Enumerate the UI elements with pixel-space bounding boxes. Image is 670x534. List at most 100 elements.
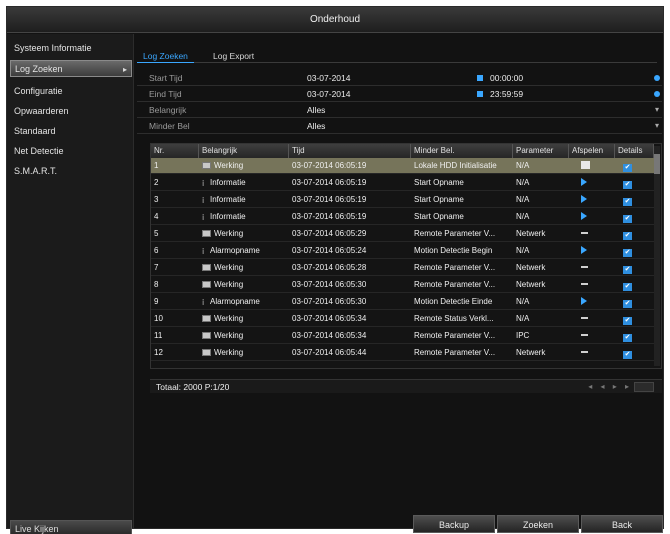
search-button[interactable]: Zoeken (497, 515, 579, 533)
cell-nr: 5 (154, 229, 159, 238)
cell-details[interactable]: ✔ (615, 328, 654, 344)
play-icon[interactable] (581, 297, 587, 305)
table-row[interactable]: 11 Werking 03-07-2014 06:05:34 Remote Param… (151, 328, 654, 344)
cell-nr: 2 (154, 178, 159, 187)
play-icon[interactable] (581, 178, 587, 186)
sidebar-item-log-search[interactable]: Log Zoeken ▸ (10, 60, 132, 77)
column-header-priority[interactable]: Belangrijk (199, 144, 289, 158)
column-header-time[interactable]: Tijd (289, 144, 411, 158)
column-header-parameter[interactable]: Parameter (513, 144, 569, 158)
end-date-field[interactable]: 03-07-2014 (307, 86, 350, 102)
check-icon[interactable]: ✔ (623, 232, 632, 240)
cell-playback[interactable] (569, 277, 615, 293)
check-icon[interactable]: ✔ (623, 334, 632, 342)
cell-details[interactable]: ✔ (615, 345, 654, 361)
table-row[interactable]: 2 ⅰ Informatie 03-07-2014 06:05:19 Start Opn… (151, 175, 654, 191)
check-icon[interactable]: ✔ (623, 198, 632, 206)
backup-button[interactable]: Backup (413, 515, 495, 533)
check-icon[interactable]: ✔ (623, 351, 632, 359)
cell-details[interactable]: ✔ (615, 209, 654, 225)
priority-row[interactable]: Belangrijk Alles ▾ (137, 102, 662, 118)
table-scrollbar[interactable] (654, 146, 660, 366)
sidebar-item-system-info[interactable]: Systeem Informatie (10, 40, 132, 57)
check-icon[interactable]: ✔ (623, 266, 632, 274)
calendar-icon[interactable] (654, 75, 660, 81)
end-time-field[interactable]: 23:59:59 (490, 86, 523, 102)
scrollbar-thumb[interactable] (654, 154, 660, 174)
priority-select[interactable]: Alles (307, 102, 325, 118)
table-row[interactable]: 8 Werking 03-07-2014 06:05:30 Remote Parame… (151, 277, 654, 293)
sidebar-item-net-detection[interactable]: Net Detectie (10, 143, 132, 160)
column-header-details[interactable]: Details (615, 144, 654, 158)
cell-details[interactable]: ✔ (615, 277, 654, 293)
cell-playback[interactable] (569, 294, 615, 310)
check-icon[interactable]: ✔ (623, 181, 632, 189)
table-row[interactable]: 10 Werking 03-07-2014 06:05:34 Remote Statu… (151, 311, 654, 327)
check-icon[interactable]: ✔ (623, 300, 632, 308)
play-icon[interactable] (581, 246, 587, 254)
live-view-button[interactable]: Live Kijken (10, 520, 132, 534)
cell-playback[interactable] (569, 328, 615, 344)
cell-details[interactable]: ✔ (615, 192, 654, 208)
minor-row[interactable]: Minder Bel Alles ▾ (137, 118, 662, 134)
cell-details[interactable]: ✔ (615, 226, 654, 242)
table-row[interactable]: 7 Werking 03-07-2014 06:05:28 Remote Parame… (151, 260, 654, 276)
cell-minor: Lokale HDD Initialisatie (414, 161, 497, 170)
priority-text: Werking (214, 280, 244, 289)
cell-details[interactable]: ✔ (615, 294, 654, 310)
table-row[interactable]: 4 ⅰ Informatie 03-07-2014 06:05:19 Start Opn… (151, 209, 654, 225)
start-time-field[interactable]: 00:00:00 (490, 70, 523, 86)
pager-controls[interactable]: ◂ ◂ ▸ ▸ (588, 380, 632, 394)
table-row[interactable]: 12 Werking 03-07-2014 06:05:44 Remote Param… (151, 345, 654, 361)
cell-playback[interactable] (569, 192, 615, 208)
cell-playback[interactable] (569, 175, 615, 191)
cell-playback[interactable] (569, 345, 615, 361)
tab-log-export[interactable]: Log Export (207, 49, 260, 63)
table-row[interactable]: 3 ⅰ Informatie 03-07-2014 06:05:19 Start Opn… (151, 192, 654, 208)
stop-icon[interactable] (581, 161, 590, 169)
start-date-field[interactable]: 03-07-2014 (307, 70, 350, 86)
sidebar: Systeem Informatie Log Zoeken ▸ Configura… (7, 34, 134, 534)
cell-priority: Werking (199, 328, 289, 344)
tab-log-search[interactable]: Log Zoeken (137, 49, 194, 63)
sidebar-item-default[interactable]: Standaard (10, 123, 132, 140)
cell-playback[interactable] (569, 209, 615, 225)
column-header-nr[interactable]: Nr. (151, 144, 199, 158)
page-input[interactable] (634, 382, 654, 392)
calendar-icon[interactable] (654, 91, 660, 97)
back-button[interactable]: Back (581, 515, 663, 533)
cell-details[interactable]: ✔ (615, 260, 654, 276)
cell-playback[interactable] (569, 226, 615, 242)
column-header-minor[interactable]: Minder Bel. (411, 144, 513, 158)
table-row[interactable]: 6 ⅰ Alarmopname 03-07-2014 06:05:24 Motion D… (151, 243, 654, 259)
minor-select[interactable]: Alles (307, 118, 325, 134)
cell-playback[interactable] (569, 158, 615, 174)
table-row[interactable]: 1 Werking 03-07-2014 06:05:19 Lokale HDD In… (151, 158, 654, 174)
sidebar-item-upgrade[interactable]: Opwaarderen (10, 103, 132, 120)
cell-details[interactable]: ✔ (615, 158, 654, 174)
chevron-down-icon[interactable]: ▾ (655, 118, 659, 134)
info-icon: ⅰ (202, 298, 205, 307)
cell-playback[interactable] (569, 260, 615, 276)
dash-icon (581, 266, 588, 268)
cell-details[interactable]: ✔ (615, 175, 654, 191)
cell-nr: 10 (154, 314, 163, 323)
play-icon[interactable] (581, 212, 587, 220)
table-row[interactable]: 5 Werking 03-07-2014 06:05:29 Remote Parame… (151, 226, 654, 242)
column-header-playback[interactable]: Afspelen (569, 144, 615, 158)
sidebar-item-smart[interactable]: S.M.A.R.T. (10, 163, 132, 180)
minor-label: Minder Bel (149, 121, 190, 131)
check-icon[interactable]: ✔ (623, 215, 632, 223)
chevron-down-icon[interactable]: ▾ (655, 102, 659, 118)
cell-playback[interactable] (569, 311, 615, 327)
check-icon[interactable]: ✔ (623, 249, 632, 257)
check-icon[interactable]: ✔ (623, 317, 632, 325)
sidebar-item-configuration[interactable]: Configuratie (10, 83, 132, 100)
check-icon[interactable]: ✔ (623, 283, 632, 291)
check-icon[interactable]: ✔ (623, 164, 632, 172)
cell-details[interactable]: ✔ (615, 243, 654, 259)
play-icon[interactable] (581, 195, 587, 203)
table-row[interactable]: 9 ⅰ Alarmopname 03-07-2014 06:05:30 Motion D… (151, 294, 654, 310)
cell-details[interactable]: ✔ (615, 311, 654, 327)
cell-playback[interactable] (569, 243, 615, 259)
